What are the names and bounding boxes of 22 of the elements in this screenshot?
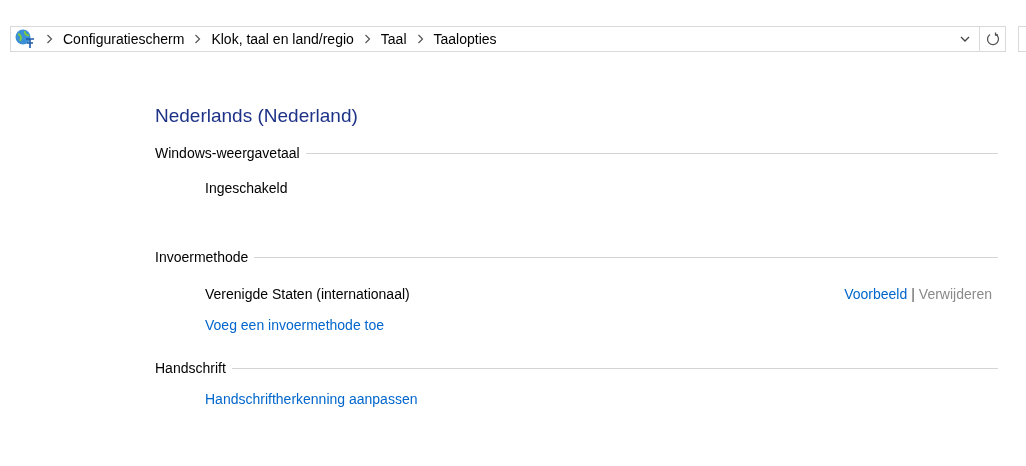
- globe-icon: [14, 28, 36, 50]
- section-heading: Windows-weergavetaal: [155, 143, 300, 163]
- link[interactable]: Handschriftherkenning aanpassen: [205, 388, 418, 410]
- chevron-icon: [363, 34, 371, 44]
- section-heading: Invoermethode: [155, 247, 249, 267]
- status-text: Ingeschakeld: [205, 178, 288, 198]
- separator: |: [911, 284, 915, 304]
- chevron-icon: [194, 34, 202, 44]
- chevron-icon: [416, 34, 424, 44]
- refresh-icon: [985, 32, 1000, 46]
- breadcrumb-item[interactable]: Taalopties: [433, 28, 497, 50]
- link[interactable]: Voeg een invoermethode toe: [205, 314, 385, 336]
- breadcrumb-item[interactable]: Taal: [380, 28, 407, 50]
- section-heading: Handschrift: [155, 358, 226, 378]
- breadcrumb-item[interactable]: Klok, taal en land/regio: [211, 28, 354, 50]
- search-field[interactable]: [1018, 26, 1026, 52]
- input-method-name: Verenigde Staten (internationaal): [205, 284, 410, 304]
- chevron-icon: [46, 34, 53, 44]
- page-title: Nederlands (Nederland): [155, 104, 359, 128]
- dropdown-icon[interactable]: [960, 36, 970, 42]
- action-link[interactable]: Voorbeeld: [844, 283, 908, 305]
- breadcrumb-item[interactable]: Configuratiescherm: [63, 28, 185, 50]
